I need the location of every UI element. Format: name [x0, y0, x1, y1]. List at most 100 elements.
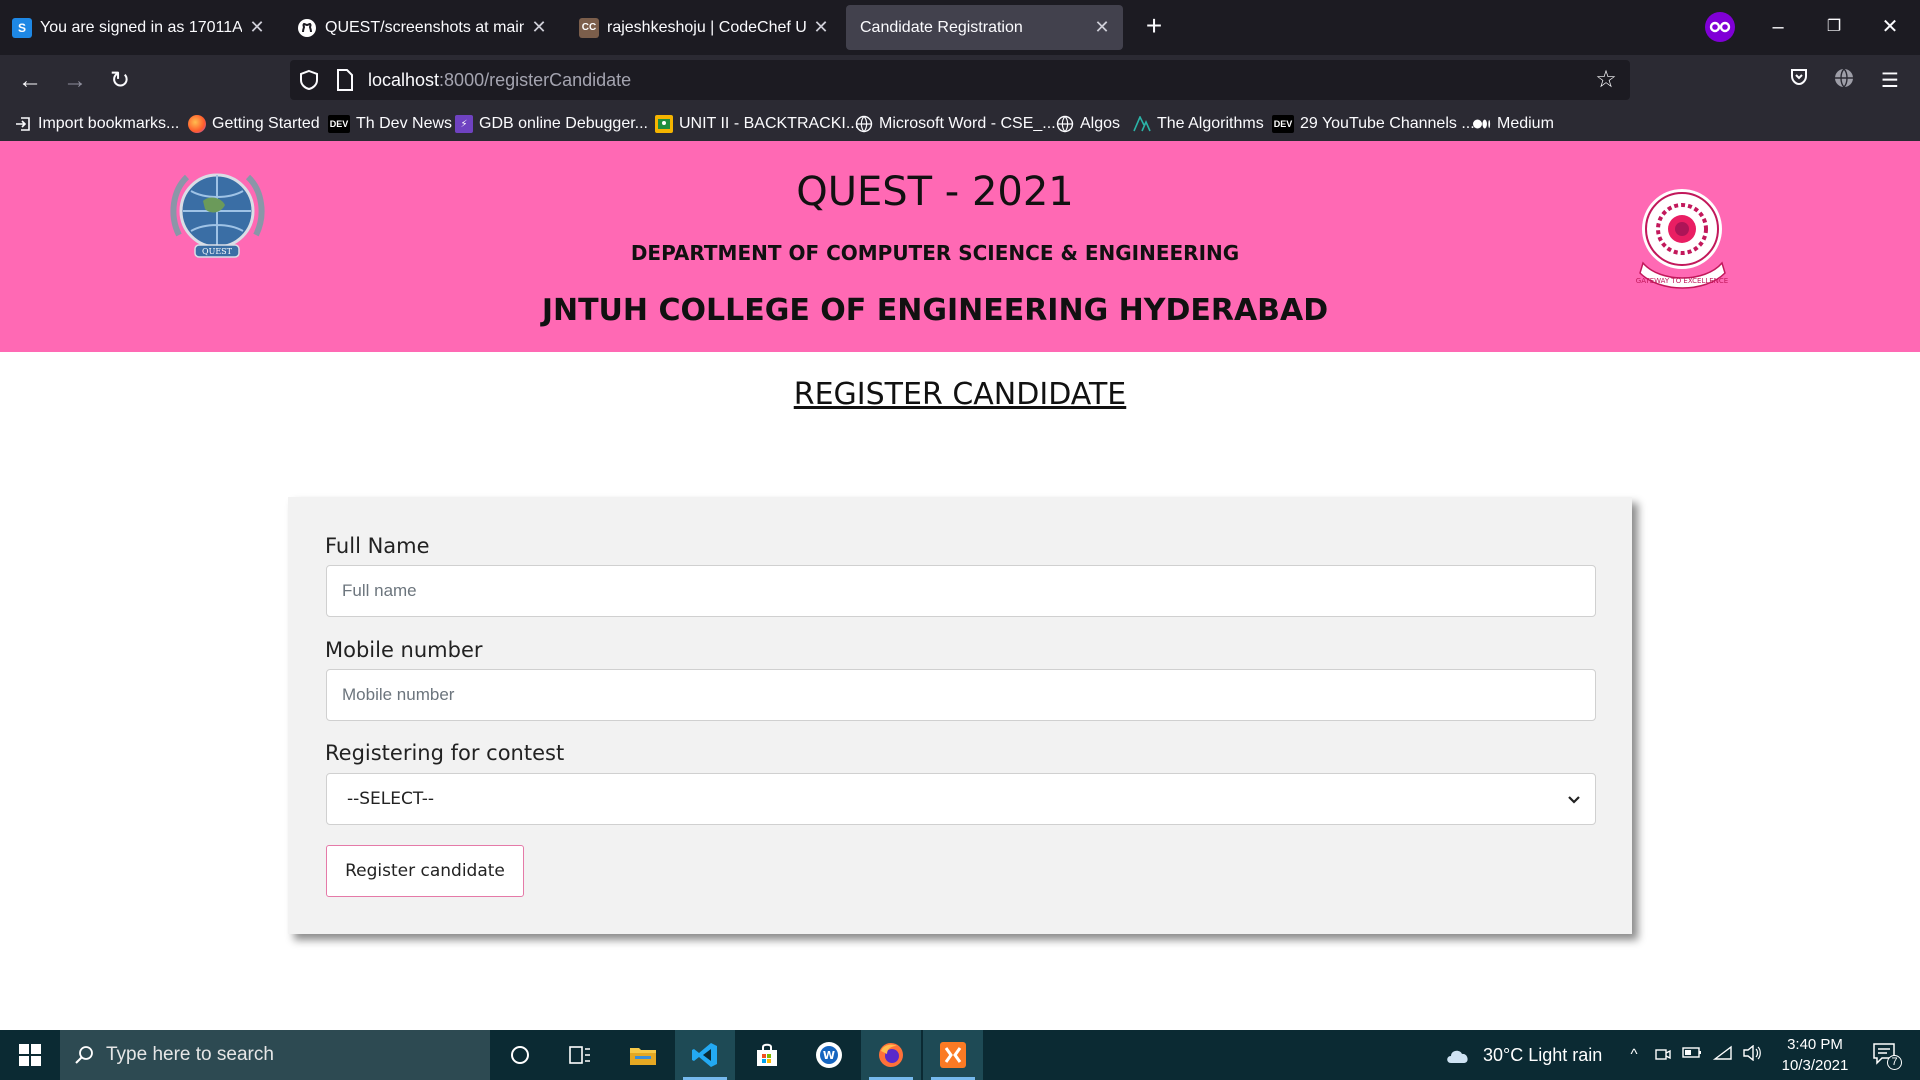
full-name-label: Full Name: [325, 534, 430, 558]
header-banner: QUEST QUEST - 2021 DEPARTMENT OF COMPUTE…: [0, 141, 1920, 352]
browser-tab-active[interactable]: Candidate Registration ✕: [846, 5, 1123, 50]
mobile-number-label: Mobile number: [325, 638, 483, 662]
meet-now-icon[interactable]: [1653, 1045, 1673, 1065]
tab-favicon-icon: S: [12, 17, 32, 38]
tab-close-icon[interactable]: ✕: [1093, 17, 1111, 38]
vscode-icon[interactable]: [675, 1030, 735, 1080]
registration-form-card: Full Name Mobile number Registering for …: [288, 497, 1632, 934]
firefox-taskbar-icon[interactable]: [861, 1030, 921, 1080]
clock-time: 3:40 PM: [1787, 1036, 1843, 1053]
github-icon: [297, 18, 317, 38]
gdb-icon: ⚡: [455, 115, 473, 133]
start-button[interactable]: [0, 1030, 60, 1080]
system-clock[interactable]: 3:40 PM 10/3/2021: [1770, 1034, 1860, 1076]
menu-icon[interactable]: ☰: [1876, 67, 1904, 95]
bookmark-label: The Algorithms: [1157, 115, 1264, 132]
page-title: REGISTER CANDIDATE: [793, 377, 1127, 412]
volume-icon[interactable]: [1742, 1044, 1762, 1065]
bookmark-item[interactable]: Microsoft Word - CSE_...: [855, 112, 1056, 136]
bookmark-label: 29 YouTube Channels ...: [1300, 115, 1475, 132]
tab-close-icon[interactable]: ✕: [248, 17, 266, 38]
bookmark-item[interactable]: DEV Th Dev News: [328, 112, 452, 136]
bookmark-label: GDB online Debugger...: [479, 115, 648, 132]
reload-button[interactable]: ↻: [102, 63, 138, 99]
browser-tab-1[interactable]: S You are signed in as 17011A0112 ✕: [0, 5, 278, 50]
restore-button[interactable]: ❐: [1814, 10, 1854, 44]
globe-icon: [855, 115, 873, 133]
bookmark-label: Medium: [1497, 115, 1554, 132]
url-path: :8000/registerCandidate: [439, 69, 632, 90]
forward-button[interactable]: →: [57, 63, 93, 99]
weather-text[interactable]: 30°C Light rain: [1483, 1045, 1602, 1066]
taskbar-search[interactable]: Type here to search: [60, 1030, 490, 1080]
medium-icon: [1473, 115, 1491, 133]
microsoft-store-icon[interactable]: [737, 1030, 797, 1080]
show-hidden-icons-icon[interactable]: ^: [1624, 1045, 1644, 1065]
navigation-bar: ← → ↻ localhost:8000/registerCandidate ☆…: [0, 55, 1920, 107]
contest-select[interactable]: --SELECT--: [326, 773, 1596, 825]
tab-close-icon[interactable]: ✕: [530, 17, 548, 38]
battery-icon[interactable]: [1682, 1045, 1702, 1065]
cortana-icon[interactable]: [490, 1030, 550, 1080]
notification-count-badge: 7: [1887, 1055, 1902, 1070]
bookmark-label: Algos: [1080, 115, 1121, 132]
tab-bar: S You are signed in as 17011A0112 ✕ QUES…: [0, 0, 1920, 55]
college-name: JNTUH COLLEGE OF ENGINEERING HYDERABAD: [541, 293, 1329, 328]
word-app-icon[interactable]: W: [799, 1030, 859, 1080]
bookmark-label: Import bookmarks...: [38, 115, 180, 132]
bookmark-label: Getting Started: [212, 115, 320, 132]
pocket-icon[interactable]: [1785, 67, 1813, 95]
back-button[interactable]: ←: [12, 63, 48, 99]
bookmark-item[interactable]: The Algorithms: [1133, 112, 1264, 136]
full-name-input[interactable]: [326, 565, 1596, 617]
minimize-button[interactable]: –: [1758, 10, 1798, 44]
search-icon: [75, 1046, 93, 1064]
event-title: QUEST - 2021: [796, 169, 1074, 215]
url-text[interactable]: localhost:8000/registerCandidate: [368, 70, 631, 91]
address-bar[interactable]: localhost:8000/registerCandidate ☆: [290, 60, 1630, 100]
bookmark-item[interactable]: Getting Started: [188, 112, 320, 136]
bookmark-item[interactable]: UNIT II - BACKTRACKI...: [655, 112, 859, 136]
private-browsing-icon[interactable]: [1705, 12, 1735, 42]
account-globe-icon[interactable]: [1830, 67, 1858, 95]
tracking-shield-icon[interactable]: [298, 69, 320, 91]
bookmark-star-icon[interactable]: ☆: [1592, 66, 1620, 94]
bookmark-item[interactable]: Import bookmarks...: [14, 112, 179, 136]
firefox-icon: [188, 115, 206, 133]
close-window-button[interactable]: ✕: [1870, 10, 1910, 44]
weather-cloud-icon[interactable]: [1444, 1045, 1472, 1065]
register-candidate-button[interactable]: Register candidate: [326, 845, 524, 897]
contest-label: Registering for contest: [325, 741, 565, 765]
new-tab-button[interactable]: +: [1137, 10, 1171, 44]
page-info-icon[interactable]: [336, 69, 354, 91]
wifi-icon[interactable]: [1712, 1045, 1733, 1065]
svg-text:GATEWAY TO EXCELLENCE: GATEWAY TO EXCELLENCE: [1636, 277, 1728, 285]
notification-center-icon[interactable]: 7: [1870, 1042, 1902, 1070]
bookmark-label: Th Dev News: [356, 115, 453, 132]
codechef-icon: CC: [579, 17, 599, 38]
import-icon: [14, 115, 32, 133]
bookmark-item[interactable]: DEV 29 YouTube Channels ...: [1272, 112, 1475, 136]
xampp-icon[interactable]: [923, 1030, 983, 1080]
windows-taskbar: Type here to search W 30°C Light rain ^: [0, 1030, 1920, 1080]
svg-text:W: W: [823, 1049, 835, 1062]
mobile-number-input[interactable]: [326, 669, 1596, 721]
task-view-icon[interactable]: [550, 1030, 610, 1080]
tab-title: Candidate Registration: [860, 18, 1023, 36]
bookmark-item[interactable]: Algos: [1056, 112, 1120, 136]
chevron-down-icon: [1568, 796, 1580, 804]
tab-title: You are signed in as 17011A0112: [40, 18, 242, 36]
browser-tab-2[interactable]: QUEST/screenshots at main · Ra ✕: [285, 5, 560, 50]
url-host: localhost: [368, 69, 440, 90]
tab-close-icon[interactable]: ✕: [812, 17, 830, 38]
file-explorer-icon[interactable]: [613, 1030, 673, 1080]
jntuh-logo: GATEWAY TO EXCELLENCE: [1636, 189, 1728, 289]
browser-tab-3[interactable]: CC rajeshkeshoju | CodeChef User P ✕: [567, 5, 842, 50]
bookmark-item[interactable]: ⚡ GDB online Debugger...: [455, 112, 648, 136]
bookmarks-toolbar: Import bookmarks... Getting Started DEV …: [0, 107, 1920, 141]
globe-icon: [1056, 115, 1074, 133]
classroom-icon: [655, 115, 673, 133]
windows-icon: [19, 1044, 41, 1066]
bookmark-item[interactable]: Medium: [1473, 112, 1554, 136]
dev-icon: DEV: [328, 115, 350, 133]
